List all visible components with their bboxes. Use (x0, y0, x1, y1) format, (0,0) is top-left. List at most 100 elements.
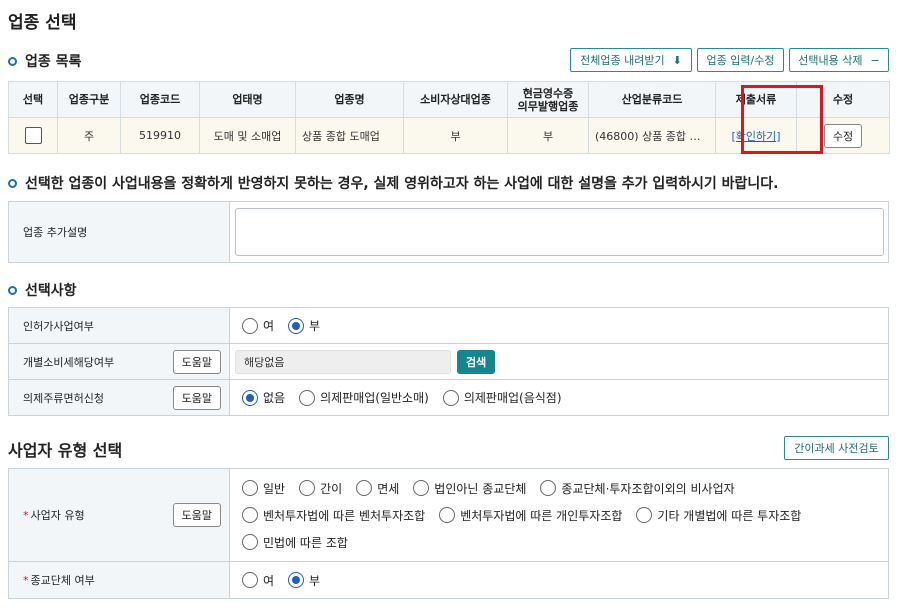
biz-type-radio-angel-fund[interactable]: 벤처투자법에 따른 개인투자조합 (439, 507, 622, 524)
radio-label: 법인아닌 종교단체 (434, 481, 527, 496)
desc-row: 업종 추가설명 (8, 202, 889, 263)
required-mark: * (23, 573, 29, 587)
license-label: 인허가사업여부 (8, 308, 229, 343)
desc-label: 업종 추가설명 (8, 202, 229, 262)
license-radio-no[interactable]: 부 (288, 317, 320, 334)
additional-description-textarea[interactable] (235, 208, 884, 256)
row-checkbox[interactable] (24, 127, 42, 144)
excise-value: 해당없음 검색 (229, 344, 889, 379)
religious-label-cell: * 종교단체 여부 (8, 562, 229, 598)
radio-label: 없음 (263, 391, 286, 405)
liquor-label-cell: 의제주류면허신청 도움말 (8, 380, 229, 415)
radio-circle (540, 480, 557, 496)
radio-label: 벤처투자법에 따른 벤처투자조합 (263, 508, 426, 523)
biz-type-radio-simplified[interactable]: 간이 (299, 480, 342, 497)
precheck-label: 간이과세 사전검토 (794, 442, 879, 455)
radio-circle (288, 572, 305, 588)
bullet-icon (8, 56, 17, 66)
input-edit-label: 업종 입력/수정 (706, 54, 775, 67)
page-title: 업종 선택 (8, 13, 77, 33)
radio-label: 벤처투자법에 따른 개인투자조합 (460, 508, 623, 523)
biz-type-radio-non-business[interactable]: 종교단체·투자조합이외의 비사업자 (540, 480, 735, 497)
biz-type-options: 일반 간이 면세 법인아닌 종교단체 종교단체·투자조합이외의 비사업자 벤처투… (229, 469, 889, 561)
liquor-row: 의제주류면허신청 도움말 없음 의제판매업(일반소매) 의제판매업(음식점) (8, 380, 889, 416)
license-radio-yes[interactable]: 여 (242, 317, 274, 334)
download-icon: ⬇ (672, 53, 682, 67)
biz-type-radio-general[interactable]: 일반 (242, 480, 285, 497)
bullet-icon (8, 285, 17, 295)
col-header-consumer: 소비자상대업종 (403, 81, 508, 118)
biz-type-options-line-3: 민법에 따른 조합 (242, 529, 888, 556)
radio-label: 민법에 따른 조합 (263, 535, 348, 550)
radio-label: 간이 (320, 481, 343, 496)
col-header-type: 업종구분 (57, 81, 121, 118)
radio-label: 면세 (377, 481, 400, 496)
radio-label: 기타 개별법에 따른 투자조합 (657, 508, 802, 523)
religious-radio-no[interactable]: 부 (288, 572, 320, 589)
radio-circle (299, 480, 316, 496)
radio-circle (288, 317, 305, 334)
radio-circle (442, 389, 459, 406)
biz-type-radio-exempt[interactable]: 면세 (356, 480, 399, 497)
radio-label: 부 (309, 573, 321, 588)
liquor-label: 의제주류면허신청 (23, 391, 104, 405)
radio-circle (242, 534, 258, 550)
row-type: 주 (57, 117, 121, 154)
radio-label: 여 (263, 573, 275, 588)
options-section-heading: 선택사항 (8, 280, 77, 300)
row-consumer: 부 (403, 117, 508, 154)
religious-label: 종교단체 여부 (30, 574, 95, 587)
biz-type-radio-other-fund[interactable]: 기타 개별법에 따른 투자조합 (636, 507, 801, 524)
radio-circle (439, 507, 456, 523)
edit-button[interactable]: 수정 (823, 123, 863, 148)
minus-icon: − (870, 53, 880, 67)
biz-type-label: 사업자 유형 (30, 509, 85, 522)
excise-label-cell: 개별소비세해당여부 도움말 (8, 344, 229, 379)
row-cash-receipt: 부 (507, 117, 589, 154)
input-edit-button[interactable]: 업종 입력/수정 (697, 48, 784, 72)
bullet-icon (8, 178, 17, 188)
excise-label: 개별소비세해당여부 (23, 355, 115, 369)
biz-type-radio-civil-partnership[interactable]: 민법에 따른 조합 (242, 534, 348, 551)
biz-type-radio-venture-fund[interactable]: 벤처투자법에 따른 벤처투자조합 (242, 507, 425, 524)
biz-type-section-title: 사업자 유형 선택 (8, 441, 123, 460)
liquor-radio-restaurant[interactable]: 의제판매업(음식점) (442, 389, 562, 406)
radio-circle (242, 507, 258, 523)
license-row: 인허가사업여부 여 부 (8, 308, 889, 344)
liquor-radio-retail[interactable]: 의제판매업(일반소매) (299, 389, 429, 406)
radio-circle (299, 389, 316, 406)
biz-type-options-line-2: 벤처투자법에 따른 벤처투자조합 벤처투자법에 따른 개인투자조합 기타 개별법… (242, 502, 888, 529)
license-value: 여 부 (229, 308, 889, 343)
excise-search-button[interactable]: 검색 (457, 349, 496, 374)
download-all-label: 전체업종 내려받기 (580, 54, 665, 67)
radio-label: 부 (309, 319, 321, 333)
excise-help-button[interactable]: 도움말 (172, 349, 221, 374)
biz-type-label-cell: * 사업자 유형 도움말 (8, 469, 229, 561)
simplified-tax-precheck-button[interactable]: 간이과세 사전검토 (784, 436, 889, 460)
radio-label: 의제판매업(일반소매) (320, 391, 429, 405)
desc-section-heading: 선택한 업종이 사업내용을 정확하게 반영하지 못하는 경우, 실제 영위하고자… (8, 173, 779, 193)
desc-value-cell (229, 202, 889, 262)
radio-circle (242, 480, 258, 496)
delete-selected-label: 선택내용 삭제 (798, 54, 863, 67)
radio-circle (242, 572, 258, 588)
col-header-category: 업태명 (199, 81, 296, 118)
religious-row: * 종교단체 여부 여 부 (8, 562, 889, 599)
liquor-help-button[interactable]: 도움말 (172, 385, 221, 410)
radio-circle (636, 507, 653, 523)
religious-radio-yes[interactable]: 여 (242, 572, 274, 589)
biz-type-help-button[interactable]: 도움말 (172, 503, 221, 527)
radio-label: 여 (263, 319, 275, 333)
radio-label: 종교단체·투자조합이외의 비사업자 (561, 481, 735, 496)
radio-circle (413, 480, 430, 496)
liquor-value: 없음 의제판매업(일반소매) 의제판매업(음식점) (229, 380, 889, 415)
radio-circle (242, 317, 258, 334)
biz-type-radio-religious[interactable]: 법인아닌 종교단체 (413, 480, 526, 497)
row-select-cell (8, 117, 58, 154)
desc-section-title: 선택한 업종이 사업내용을 정확하게 반영하지 못하는 경우, 실제 영위하고자… (25, 176, 779, 192)
liquor-radio-none[interactable]: 없음 (242, 389, 285, 406)
download-all-button[interactable]: 전체업종 내려받기 ⬇ (570, 48, 692, 72)
biz-type-options-line-1: 일반 간이 면세 법인아닌 종교단체 종교단체·투자조합이외의 비사업자 (242, 475, 888, 502)
delete-selected-button[interactable]: 선택내용 삭제 − (789, 48, 889, 72)
excise-input: 해당없음 (235, 349, 451, 374)
